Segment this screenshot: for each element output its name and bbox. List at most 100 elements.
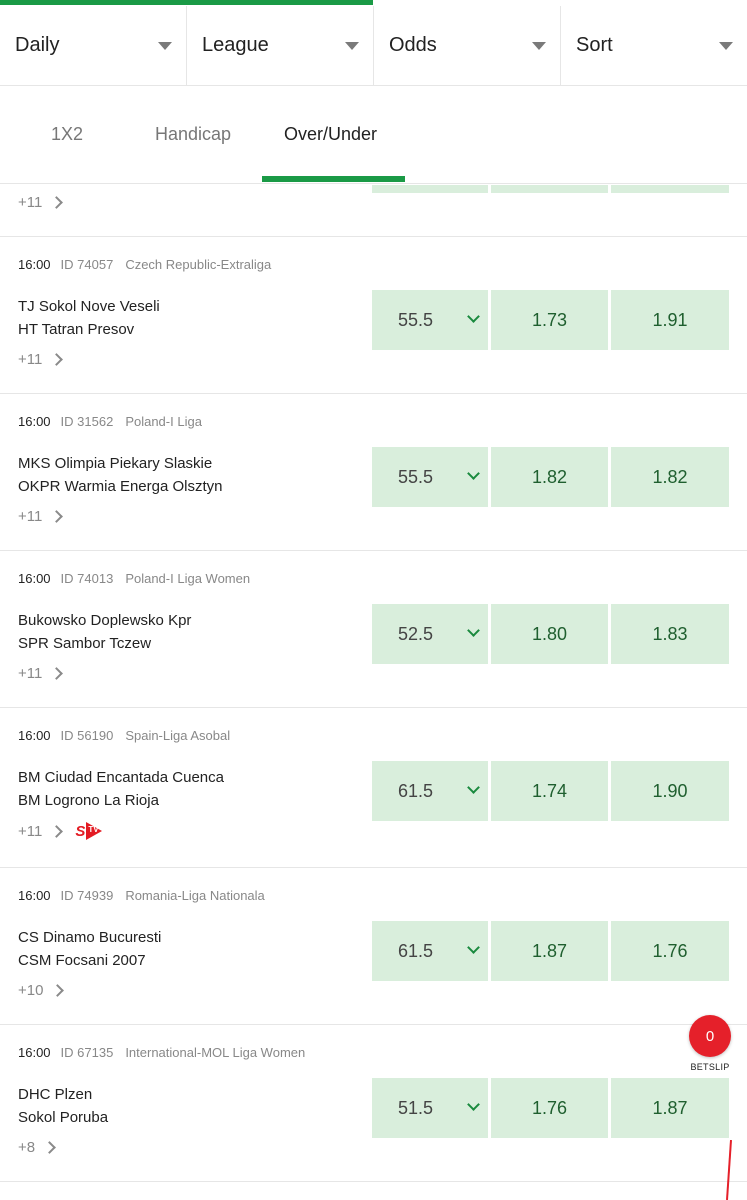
event-id: ID 31562 [60, 414, 114, 429]
event-row[interactable]: 16:00 ID 67135 International-MOL Liga Wome… [0, 1025, 747, 1182]
odds-cell[interactable] [372, 185, 488, 193]
filter-league-label: League [202, 34, 269, 56]
total-line-selector[interactable]: 51.5 [372, 1078, 488, 1138]
event-id: ID 67135 [60, 1045, 114, 1060]
chevron-down-icon [467, 941, 480, 954]
over-odds-button[interactable]: 1.80 [491, 604, 608, 664]
under-odds-button[interactable]: 1.82 [611, 447, 729, 507]
market-tabs: 1X2 Handicap Over/Under [0, 86, 747, 184]
total-line-value: 51.5 [398, 1097, 434, 1118]
filter-league[interactable]: League [187, 6, 374, 85]
live-stream-tv-icon[interactable]: S TV [75, 822, 103, 840]
total-line-selector[interactable]: 52.5 [372, 604, 488, 664]
over-odds-button[interactable]: 1.73 [491, 290, 608, 350]
event-league: Spain-Liga Asobal [125, 728, 231, 743]
caret-down-icon [345, 42, 359, 50]
more-markets-count: +11 [18, 351, 43, 368]
event-meta: 16:00 ID 56190 Spain-Liga Asobal [18, 728, 230, 743]
chevron-right-icon [50, 824, 64, 838]
total-line-selector[interactable]: 61.5 [372, 761, 488, 821]
event-league: International-MOL Liga Women [125, 1045, 306, 1060]
event-meta: 16:00 ID 31562 Poland-I Liga [18, 414, 202, 429]
partial-event-row: +11 [0, 185, 747, 237]
over-odds-value: 1.76 [531, 1097, 568, 1118]
away-team: SPR Sambor Tczew [18, 635, 152, 652]
filter-bar: Daily League Odds Sort [0, 6, 747, 86]
odds-group: 61.5 1.87 1.76 [372, 921, 729, 981]
under-odds-button[interactable]: 1.83 [611, 604, 729, 664]
total-line-selector[interactable]: 55.5 [372, 290, 488, 350]
under-odds-value: 1.83 [652, 623, 688, 644]
event-time: 16:00 [18, 728, 51, 743]
more-markets-link[interactable]: +11 [18, 194, 64, 211]
tab-over-under[interactable]: Over/Under [284, 124, 377, 145]
event-row[interactable]: 16:00 ID 74013 Poland-I Liga Women Bukowsk… [0, 551, 747, 708]
stv-badge-letter: S [75, 822, 86, 840]
over-odds-value: 1.82 [531, 466, 568, 487]
event-meta: 16:00 ID 67135 International-MOL Liga Wome… [18, 1045, 305, 1060]
away-team: HT Tatran Presov [18, 321, 135, 338]
under-odds-button[interactable]: 1.90 [611, 761, 729, 821]
active-tab-indicator [262, 176, 405, 182]
chevron-down-icon [467, 467, 480, 480]
over-odds-button[interactable]: 1.87 [491, 921, 608, 981]
home-team: MKS Olimpia Piekary Slaskie [18, 455, 213, 472]
event-teams: Bukowsko Doplewsko Kpr SPR Sambor Tczew [18, 609, 191, 655]
odds-group: 55.5 1.73 1.91 [372, 290, 729, 350]
over-odds-value: 1.73 [531, 309, 568, 330]
more-markets-count: +11 [18, 822, 43, 840]
under-odds-button[interactable]: 1.91 [611, 290, 729, 350]
under-odds-button[interactable]: 1.87 [611, 1078, 729, 1138]
odds-cell[interactable] [491, 185, 608, 193]
event-league: Poland-I Liga [125, 414, 202, 429]
under-odds-button[interactable]: 1.76 [611, 921, 729, 981]
event-row[interactable]: 16:00 ID 74057 Czech Republic-Extraliga TJ… [0, 237, 747, 394]
event-teams: MKS Olimpia Piekary Slaskie OKPR Warmia … [18, 452, 223, 498]
event-row[interactable]: 16:00 ID 74939 Romania-Liga Nationala CS D… [0, 868, 747, 1025]
betslip-label: BETSLIP [690, 1062, 730, 1072]
total-line-selector[interactable]: 55.5 [372, 447, 488, 507]
chevron-down-icon [467, 781, 480, 794]
more-markets-link[interactable]: +11 [18, 351, 64, 368]
more-markets-link[interactable]: +11 S TV [18, 822, 103, 840]
filter-sort[interactable]: Sort [561, 6, 747, 85]
more-markets-link[interactable]: +11 [18, 508, 64, 525]
scroll-edge-mark [726, 1140, 732, 1200]
event-row[interactable]: 16:00 ID 31562 Poland-I Liga MKS Olimpia P… [0, 394, 747, 551]
play-triangle-icon: TV [86, 822, 103, 840]
tab-handicap[interactable]: Handicap [155, 124, 231, 145]
more-markets-count: +10 [18, 982, 44, 999]
event-meta: 16:00 ID 74013 Poland-I Liga Women [18, 571, 250, 586]
home-team: Bukowsko Doplewsko Kpr [18, 612, 192, 629]
event-teams: BM Ciudad Encantada Cuenca BM Logrono La… [18, 766, 224, 812]
more-markets-count: +11 [18, 508, 43, 525]
chevron-down-icon [467, 310, 480, 323]
chevron-right-icon [51, 984, 65, 997]
caret-down-icon [719, 42, 733, 50]
more-markets-link[interactable]: +11 [18, 665, 64, 682]
more-markets-count: +11 [18, 194, 43, 211]
filter-daily[interactable]: Daily [0, 6, 187, 85]
more-markets-link[interactable]: +8 [18, 1139, 56, 1156]
away-team: OKPR Warmia Energa Olsztyn [18, 478, 223, 495]
event-teams: TJ Sokol Nove Veseli HT Tatran Presov [18, 295, 160, 341]
event-row[interactable]: 16:00 ID 56190 Spain-Liga Asobal BM Ciudad… [0, 708, 747, 868]
over-odds-button[interactable]: 1.74 [491, 761, 608, 821]
tab-1x2[interactable]: 1X2 [51, 124, 83, 145]
chevron-down-icon [467, 624, 480, 637]
total-line-selector[interactable]: 61.5 [372, 921, 488, 981]
over-odds-button[interactable]: 1.76 [491, 1078, 608, 1138]
over-odds-value: 1.87 [531, 940, 568, 961]
filter-odds[interactable]: Odds [374, 6, 561, 85]
under-odds-value: 1.87 [652, 1097, 688, 1118]
total-line-value: 61.5 [398, 780, 434, 801]
chevron-right-icon [50, 510, 64, 523]
more-markets-link[interactable]: +10 [18, 982, 65, 999]
event-id: ID 74939 [60, 888, 114, 903]
odds-cell[interactable] [611, 185, 729, 193]
over-odds-button[interactable]: 1.82 [491, 447, 608, 507]
over-odds-value: 1.80 [531, 623, 568, 644]
filter-odds-label: Odds [389, 34, 437, 56]
betslip-button[interactable]: 0 BETSLIP [688, 1015, 732, 1072]
event-time: 16:00 [18, 257, 51, 272]
